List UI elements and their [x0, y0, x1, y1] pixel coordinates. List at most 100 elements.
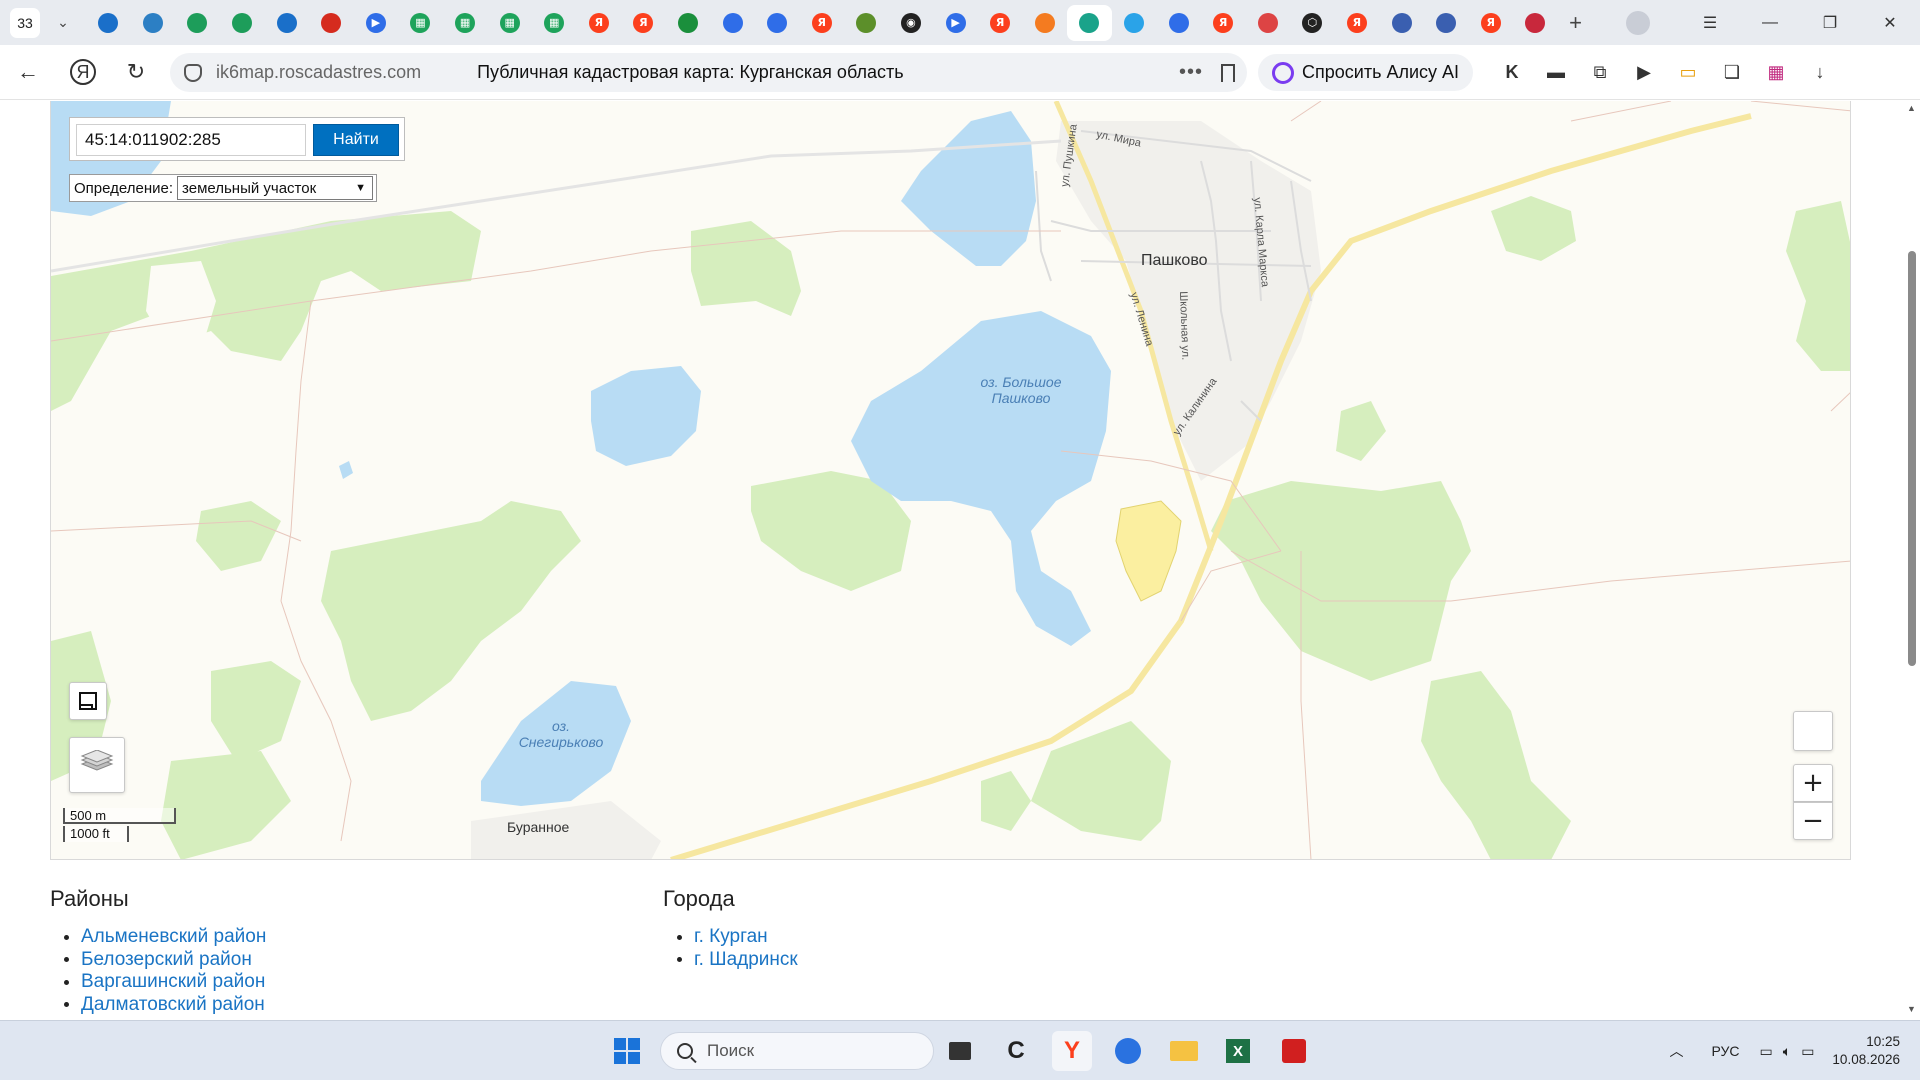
- url-text[interactable]: ik6map.roscadastres.com: [216, 62, 421, 83]
- browser-tab[interactable]: [1245, 5, 1290, 41]
- district-item[interactable]: Белозерский район: [50, 949, 266, 972]
- browser-tab[interactable]: ▦: [443, 5, 488, 41]
- yandex-browser-icon[interactable]: Y: [1052, 1031, 1092, 1071]
- browser-tab[interactable]: [710, 5, 755, 41]
- browser-tab[interactable]: ▦: [398, 5, 443, 41]
- browser-tab[interactable]: Я: [1335, 5, 1380, 41]
- browser-tab[interactable]: [309, 5, 354, 41]
- menu-icon[interactable]: ☰: [1680, 0, 1740, 45]
- scroll-up-icon[interactable]: ▲: [1907, 103, 1916, 113]
- cadastral-number-input[interactable]: [76, 124, 306, 156]
- browser-tab[interactable]: Я: [978, 5, 1023, 41]
- c-app-icon[interactable]: C: [996, 1031, 1036, 1071]
- district-item-link[interactable]: Альменевский район: [81, 926, 266, 949]
- downloads-manager-icon[interactable]: ▦: [1754, 57, 1798, 87]
- browser-tab[interactable]: ▶: [354, 5, 399, 41]
- messenger-icon[interactable]: [1108, 1031, 1148, 1071]
- vpn-icon[interactable]: ▬: [1534, 57, 1578, 87]
- browser-tab[interactable]: Я: [800, 5, 845, 41]
- browser-tab[interactable]: [666, 5, 711, 41]
- browser-tab[interactable]: [175, 5, 220, 41]
- fullscreen-button[interactable]: [1793, 711, 1833, 751]
- new-tab-button[interactable]: +: [1558, 5, 1594, 41]
- measure-button[interactable]: [69, 682, 107, 720]
- layers-button[interactable]: [69, 737, 125, 793]
- battery-icon[interactable]: ▭: [1801, 1043, 1814, 1060]
- district-item-link[interactable]: Далматовский район: [81, 994, 265, 1017]
- browser-tab[interactable]: [131, 5, 176, 41]
- file-explorer-icon[interactable]: [1164, 1031, 1204, 1071]
- scrollbar-thumb[interactable]: [1908, 251, 1916, 666]
- browser-tab[interactable]: [264, 5, 309, 41]
- extensions-icon[interactable]: ⧉: [1578, 57, 1622, 87]
- download-icon[interactable]: ↓: [1798, 57, 1842, 87]
- language-indicator[interactable]: РУС: [1712, 1043, 1740, 1059]
- browser-tab[interactable]: ⬡: [1290, 5, 1335, 41]
- district-item-link[interactable]: Белозерский район: [81, 949, 252, 972]
- cadastral-map[interactable]: Пашково Буранное оз. Большое Пашково оз.…: [50, 101, 1851, 860]
- volume-icon[interactable]: 🔈︎: [1783, 1043, 1791, 1060]
- browser-tab[interactable]: Я: [621, 5, 666, 41]
- browser-tab[interactable]: [1424, 5, 1469, 41]
- browser-tab[interactable]: [86, 5, 131, 41]
- clock[interactable]: 10:25 10.08.2026: [1832, 1033, 1900, 1069]
- omnibox[interactable]: ik6map.roscadastres.com Публичная кадаст…: [170, 53, 1247, 92]
- browser-tab[interactable]: [755, 5, 800, 41]
- city-item[interactable]: г. Курган: [663, 926, 798, 949]
- profile-avatar-icon[interactable]: [1626, 10, 1650, 35]
- battery-icon[interactable]: ▭: [1666, 57, 1710, 87]
- browser-tab[interactable]: [1513, 5, 1558, 41]
- browser-tab[interactable]: Я: [1201, 5, 1246, 41]
- shield-icon[interactable]: [184, 63, 202, 82]
- browser-tab[interactable]: [220, 5, 265, 41]
- definition-select[interactable]: земельный участок ▼: [177, 176, 374, 200]
- browser-tab[interactable]: [1022, 5, 1067, 41]
- browser-tab[interactable]: [1379, 5, 1424, 41]
- browser-tab[interactable]: [1156, 5, 1201, 41]
- bookmark-icon[interactable]: [1221, 63, 1235, 82]
- district-item[interactable]: Варгашинский район: [50, 971, 266, 994]
- collections-icon[interactable]: ❏: [1710, 57, 1754, 87]
- chevron-up-icon[interactable]: ︿: [1670, 1041, 1684, 1061]
- k-extension-icon[interactable]: K: [1490, 57, 1534, 87]
- scroll-down-icon[interactable]: ▼: [1907, 1004, 1916, 1014]
- district-item[interactable]: Далматовский район: [50, 994, 266, 1017]
- ask-alice-button[interactable]: Спросить Алису AI: [1258, 54, 1474, 91]
- browser-tab[interactable]: ◉: [889, 5, 934, 41]
- yandex-logo-icon[interactable]: Я: [70, 59, 96, 85]
- close-icon[interactable]: ✕: [1860, 0, 1920, 45]
- back-icon[interactable]: ←: [8, 52, 48, 92]
- city-item-link[interactable]: г. Курган: [694, 926, 768, 949]
- district-item-link[interactable]: Варгашинский район: [81, 971, 265, 994]
- district-item[interactable]: Альменевский район: [50, 926, 266, 949]
- media-icon[interactable]: ▶: [1622, 57, 1666, 87]
- browser-tab[interactable]: ▶: [933, 5, 978, 41]
- browser-tab[interactable]: [844, 5, 889, 41]
- city-item[interactable]: г. Шадринск: [663, 949, 798, 972]
- browser-tab[interactable]: Я: [577, 5, 622, 41]
- start-button[interactable]: [607, 1031, 647, 1071]
- zoom-out-button[interactable]: −: [1793, 802, 1833, 840]
- browser-tab[interactable]: ▦: [487, 5, 532, 41]
- task-view-icon[interactable]: [940, 1031, 980, 1071]
- browser-tab[interactable]: ▦: [532, 5, 577, 41]
- acrobat-icon[interactable]: [1274, 1031, 1314, 1071]
- reload-icon[interactable]: ↻: [116, 52, 156, 92]
- vertical-scrollbar[interactable]: ▲ ▼: [1904, 101, 1920, 1020]
- chevron-down-icon[interactable]: ⌄: [48, 8, 78, 38]
- restore-icon[interactable]: ❐: [1800, 0, 1860, 45]
- more-icon[interactable]: •••: [1179, 61, 1203, 84]
- excel-icon[interactable]: X: [1218, 1031, 1258, 1071]
- taskbar-search[interactable]: Поиск: [660, 1032, 934, 1070]
- definition-label: Определение:: [74, 179, 174, 197]
- network-icon[interactable]: ▭: [1760, 1043, 1773, 1060]
- city-item-link[interactable]: г. Шадринск: [694, 949, 798, 972]
- browser-tab[interactable]: Я: [1468, 5, 1513, 41]
- map-base-layer[interactable]: [51, 101, 1851, 860]
- browser-tab[interactable]: [1067, 4, 1112, 41]
- browser-tab[interactable]: [1112, 5, 1157, 41]
- minimize-icon[interactable]: —: [1740, 0, 1800, 45]
- tab-count-button[interactable]: 33: [10, 7, 40, 38]
- find-button[interactable]: Найти: [313, 124, 399, 156]
- zoom-in-button[interactable]: +: [1793, 764, 1833, 802]
